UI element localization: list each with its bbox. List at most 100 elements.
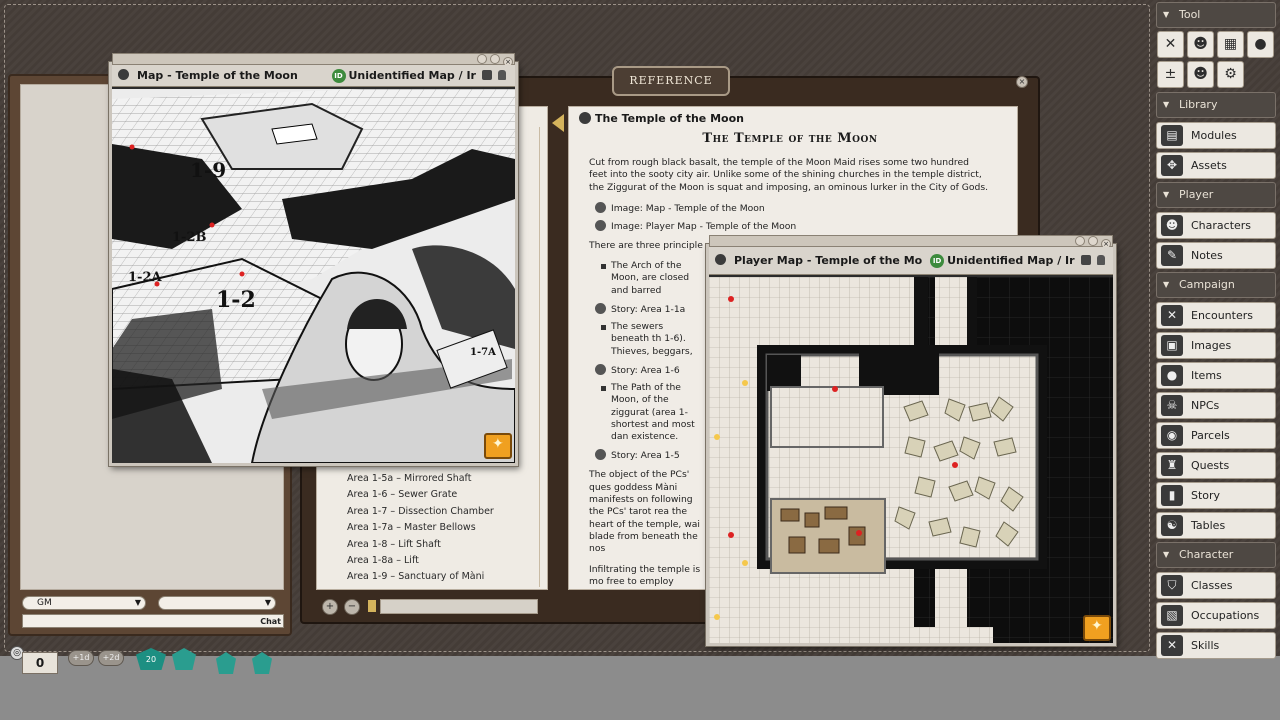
sidebar: Tool ✕ ☻ ▦ ● ± ☻ ⚙ Library ▤ Modules ✥ Asset… xyxy=(1154,0,1280,659)
sidebar-item-notes[interactable]: ✎ Notes xyxy=(1156,242,1276,269)
plus-2d-button[interactable]: +2d xyxy=(98,650,124,666)
tool-row-2: ± ☻ ⚙ xyxy=(1156,61,1276,89)
link-icon[interactable] xyxy=(1075,236,1085,246)
toc-item[interactable]: Area 1-7a – Master Bellows xyxy=(347,520,537,536)
image-link-map[interactable]: Image: Map - Temple of the Moon xyxy=(595,201,989,216)
sidebar-item-parcels[interactable]: ◉ Parcels xyxy=(1156,422,1276,449)
link-icon xyxy=(595,363,606,375)
story-icon: ▮ xyxy=(1161,485,1183,506)
sidebar-item-story[interactable]: ▮ Story xyxy=(1156,482,1276,509)
sidebar-item-label: Story xyxy=(1191,489,1221,502)
bullet-item: The Path of the Moon, of the ziggurat (a… xyxy=(601,382,701,443)
map-window-header: Map - Temple of the Moon ID Unidentified … xyxy=(112,65,515,87)
remove-icon[interactable]: − xyxy=(344,599,360,615)
sidebar-item-label: Encounters xyxy=(1191,309,1253,322)
chat-mode-select[interactable]: ▼ xyxy=(158,596,276,610)
paragraph: Cut from rough black basalt, the temple … xyxy=(589,157,989,193)
toc-scrollbar[interactable] xyxy=(539,127,545,587)
player-map-window[interactable]: × Player Map - Temple of the Mo ID Uniden… xyxy=(706,235,1116,646)
window-titlebar[interactable] xyxy=(709,235,1113,247)
sidebar-item-tables[interactable]: ☯ Tables xyxy=(1156,512,1276,539)
sidebar-item-npcs[interactable]: ☠ NPCs xyxy=(1156,392,1276,419)
sidebar-item-label: Notes xyxy=(1191,249,1223,262)
sidebar-item-characters[interactable]: ☻ Characters xyxy=(1156,212,1276,239)
effects-icon[interactable]: ☻ xyxy=(1187,61,1214,88)
link-icon[interactable] xyxy=(715,254,726,265)
bullet-item: The sewers beneath th 1-6). Thieves, beg… xyxy=(601,321,701,358)
id-badge[interactable]: ID xyxy=(331,69,346,83)
characters-icon[interactable]: ☻ xyxy=(1187,31,1214,58)
sidebar-item-encounters[interactable]: ✕ Encounters xyxy=(1156,302,1276,329)
modifier-box[interactable]: 0 xyxy=(22,652,58,674)
sidebar-header-library[interactable]: Library xyxy=(1156,92,1276,118)
link-icon[interactable] xyxy=(477,54,487,64)
sidebar-item-images[interactable]: ▣ Images xyxy=(1156,332,1276,359)
map-window-action-button[interactable] xyxy=(484,433,512,459)
player-map-action-button[interactable] xyxy=(1083,615,1111,641)
bookmark-icon[interactable] xyxy=(368,600,376,612)
minimize-icon[interactable] xyxy=(490,54,500,64)
toc-item[interactable]: Area 1-6 – Sewer Grate xyxy=(347,487,537,503)
toc-item[interactable]: Area 1-8a – Lift xyxy=(347,553,537,569)
toc-item[interactable]: Area 1-7 – Dissection Chamber xyxy=(347,504,537,520)
modifiers-icon[interactable]: ± xyxy=(1157,61,1184,88)
sidebar-header-tool[interactable]: Tool xyxy=(1156,2,1276,28)
lock-icon[interactable] xyxy=(1096,255,1105,265)
items-icon: ● xyxy=(1161,365,1183,386)
share-icon[interactable] xyxy=(481,70,492,80)
map-window-title: Map - Temple of the Moon xyxy=(137,69,298,82)
characters-icon: ☻ xyxy=(1161,215,1183,236)
id-badge[interactable]: ID xyxy=(930,254,945,268)
map-label-1-2: 1-2 xyxy=(216,287,256,313)
sidebar-item-modules[interactable]: ▤ Modules xyxy=(1156,122,1276,149)
chat-identity-select[interactable]: GM ▼ xyxy=(22,596,146,610)
window-titlebar[interactable] xyxy=(112,53,515,65)
palette-icon[interactable]: ● xyxy=(1247,31,1274,58)
share-icon[interactable] xyxy=(1080,255,1091,265)
add-icon[interactable]: + xyxy=(322,599,338,615)
toc-tools: + − xyxy=(322,598,542,616)
sidebar-item-items[interactable]: ● Items xyxy=(1156,362,1276,389)
sidebar-item-skills[interactable]: ✕ Skills xyxy=(1156,632,1276,659)
link-icon xyxy=(595,201,606,213)
document-title: The Temple of the Moon xyxy=(702,131,878,146)
sidebar-item-label: Assets xyxy=(1191,159,1227,172)
chat-input[interactable]: Chat xyxy=(22,614,284,628)
link-icon[interactable] xyxy=(118,69,129,80)
close-icon[interactable]: × xyxy=(1016,76,1028,88)
toc-search-input[interactable] xyxy=(380,599,538,614)
link-icon xyxy=(595,303,606,315)
sidebar-item-label: Parcels xyxy=(1191,429,1230,442)
toc-item[interactable]: Area 1-8 – Lift Shaft xyxy=(347,537,537,553)
chat-send-button[interactable]: Chat xyxy=(260,615,281,628)
sidebar-header-campaign[interactable]: Campaign xyxy=(1156,272,1276,298)
sidebar-item-label: NPCs xyxy=(1191,399,1220,412)
sidebar-item-label: Images xyxy=(1191,339,1232,352)
tools-icon[interactable]: ✕ xyxy=(1157,31,1184,58)
temple-map-image[interactable]: 1-9 1-2B 1-2A 1-2 1-7A xyxy=(112,89,515,463)
bullet-item: The Arch of the Moon, are closed and bar… xyxy=(601,260,701,297)
sidebar-item-quests[interactable]: ♜ Quests xyxy=(1156,452,1276,479)
map-image-window[interactable]: × Map - Temple of the Moon ID Unidentifie… xyxy=(109,53,518,466)
image-link-player-map[interactable]: Image: Player Map - Temple of the Moon xyxy=(595,219,989,234)
tool-row-1: ✕ ☻ ▦ ● xyxy=(1156,31,1276,59)
sidebar-item-occupations[interactable]: ▧ Occupations xyxy=(1156,602,1276,629)
link-icon[interactable] xyxy=(579,112,591,124)
minimize-icon[interactable] xyxy=(1088,236,1098,246)
sidebar-header-character[interactable]: Character xyxy=(1156,542,1276,568)
options-icon[interactable]: ⚙ xyxy=(1217,61,1244,88)
lock-icon[interactable] xyxy=(497,70,506,80)
sidebar-item-classes[interactable]: ⛉ Classes xyxy=(1156,572,1276,599)
modules-icon: ▤ xyxy=(1161,125,1183,146)
toc-item[interactable]: Area 1-9 – Sanctuary of Màni xyxy=(347,569,537,585)
toc-item[interactable]: Area 1-5a – Mirrored Shaft xyxy=(347,471,537,487)
plus-1d-button[interactable]: +1d xyxy=(68,650,94,666)
sidebar-header-player[interactable]: Player xyxy=(1156,182,1276,208)
parcels-icon: ◉ xyxy=(1161,425,1183,446)
player-map-header: Player Map - Temple of the Mo ID Unidenti… xyxy=(709,247,1113,275)
player-map-image[interactable] xyxy=(709,277,1113,643)
paragraph: Infiltrating the temple is mo free to em… xyxy=(589,563,701,589)
sidebar-item-assets[interactable]: ✥ Assets xyxy=(1156,152,1276,179)
calendar-icon[interactable]: ▦ xyxy=(1217,31,1244,58)
toc-collapse-tab[interactable] xyxy=(552,114,564,132)
